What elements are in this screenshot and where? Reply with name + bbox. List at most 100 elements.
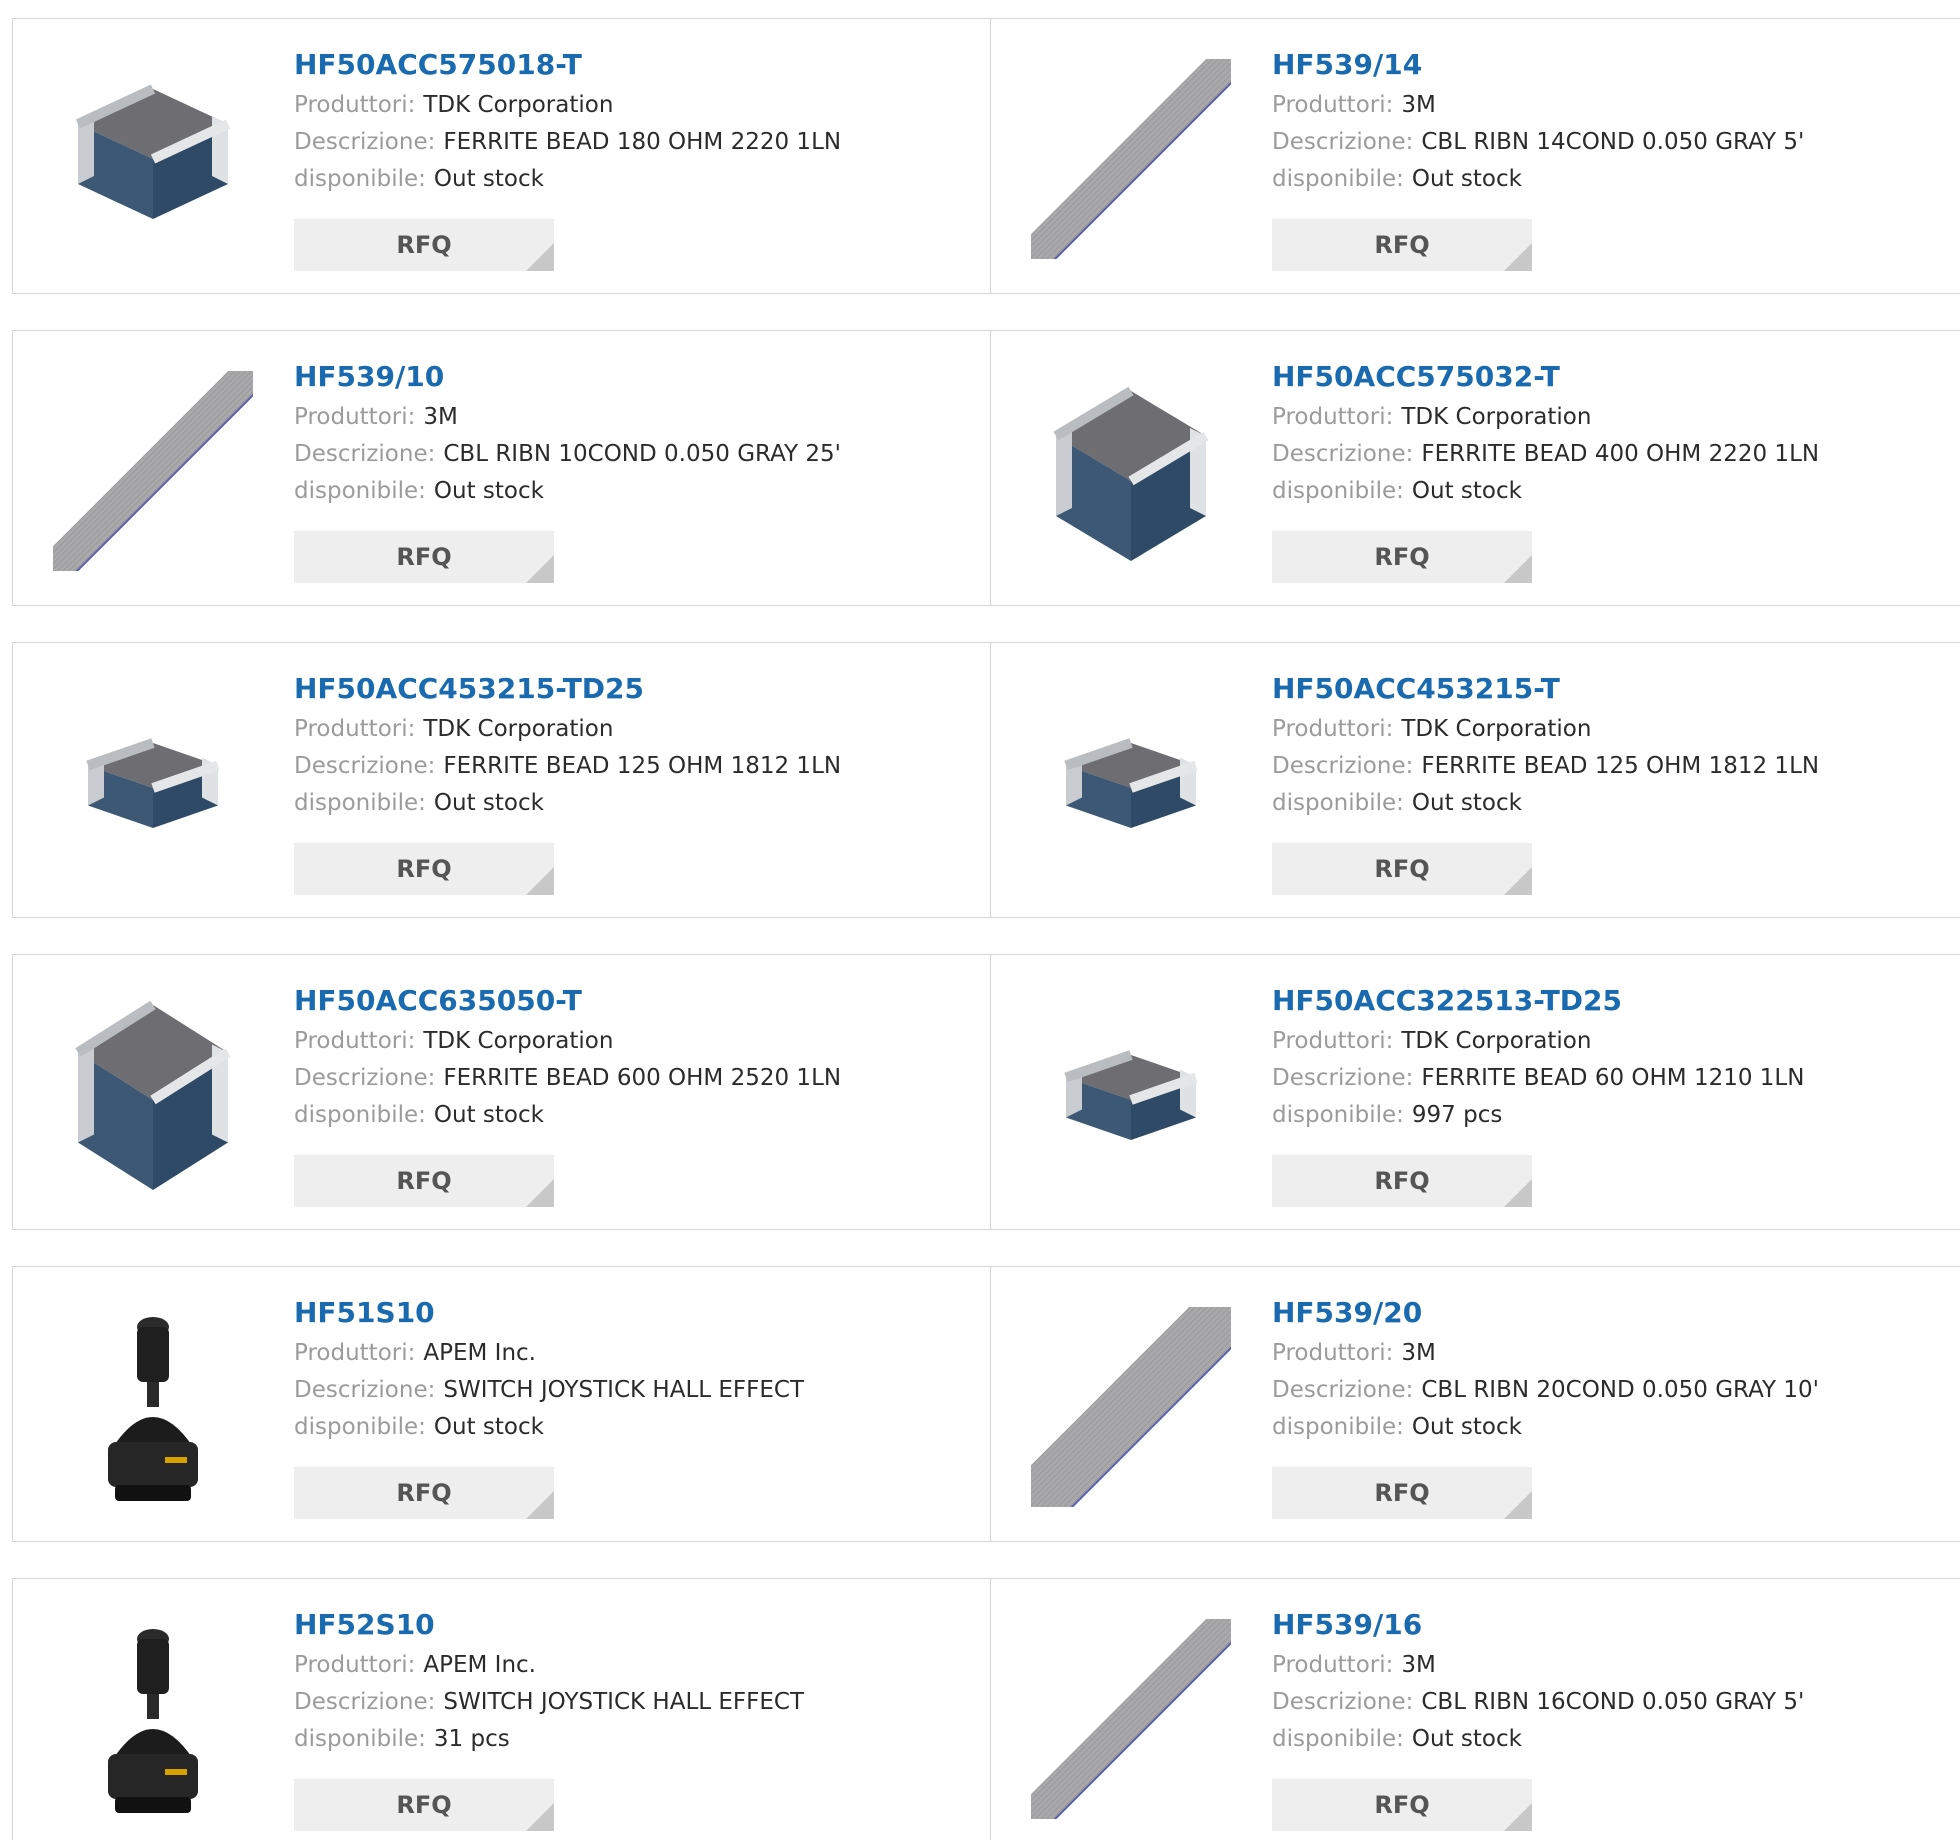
- description-row: Descrizione: SWITCH JOYSTICK HALL EFFECT: [294, 1372, 804, 1409]
- product-image[interactable]: [1031, 683, 1231, 883]
- corner-triangle-icon: [1504, 1179, 1532, 1207]
- part-number-link[interactable]: HF539/14: [1272, 47, 1804, 87]
- manufacturer-label: Produttori:: [1272, 404, 1394, 430]
- manufacturer-label: Produttori:: [1272, 1340, 1394, 1366]
- part-number-link[interactable]: HF50ACC635050-T: [294, 983, 841, 1023]
- manufacturer-label: Produttori:: [294, 716, 416, 742]
- manufacturer-value: TDK Corporation: [423, 92, 614, 118]
- availability-label: disponibile:: [1272, 790, 1404, 816]
- part-number-link[interactable]: HF50ACC453215-T: [1272, 671, 1819, 711]
- rfq-button[interactable]: RFQ: [294, 531, 554, 583]
- part-number-link[interactable]: HF50ACC453215-TD25: [294, 671, 841, 711]
- availability-row: disponibile: Out stock: [294, 473, 841, 510]
- rfq-button-label: RFQ: [396, 1791, 452, 1819]
- rfq-button[interactable]: RFQ: [1272, 1155, 1532, 1207]
- manufacturer-row: Produttori: 3M: [1272, 1335, 1819, 1372]
- description-label: Descrizione:: [294, 1377, 436, 1403]
- product-image[interactable]: [1031, 1619, 1231, 1819]
- description-row: Descrizione: FERRITE BEAD 125 OHM 1812 1L…: [1272, 748, 1819, 785]
- corner-triangle-icon: [526, 1803, 554, 1831]
- product-card: HF50ACC635050-T Produttori: TDK Corporati…: [13, 955, 991, 1229]
- product-image[interactable]: [53, 683, 253, 883]
- product-card: HF539/14 Produttori: 3M Descrizione: CBL R…: [991, 19, 1960, 293]
- product-info: HF50ACC453215-TD25 Produttori: TDK Corpor…: [294, 671, 841, 822]
- product-info: HF50ACC575032-T Produttori: TDK Corporati…: [1272, 359, 1819, 510]
- rfq-button[interactable]: RFQ: [1272, 219, 1532, 271]
- product-card: HF50ACC453215-TD25 Produttori: TDK Corpor…: [13, 643, 991, 917]
- manufacturer-value: APEM Inc.: [423, 1652, 536, 1678]
- chip-ferrite-bead-icon: [53, 59, 253, 259]
- availability-value: Out stock: [1411, 478, 1522, 504]
- availability-label: disponibile:: [1272, 1414, 1404, 1440]
- manufacturer-row: Produttori: TDK Corporation: [1272, 399, 1819, 436]
- product-image[interactable]: [1031, 1307, 1231, 1507]
- availability-value: Out stock: [433, 1414, 544, 1440]
- rfq-button[interactable]: RFQ: [294, 219, 554, 271]
- product-row: HF52S10 Produttori: APEM Inc. Descrizione…: [12, 1578, 1960, 1840]
- availability-row: disponibile: Out stock: [1272, 473, 1819, 510]
- product-info: HF539/10 Produttori: 3M Descrizione: CBL R…: [294, 359, 841, 510]
- availability-label: disponibile:: [294, 478, 426, 504]
- description-value: FERRITE BEAD 125 OHM 1812 1LN: [1421, 753, 1820, 779]
- product-image[interactable]: [53, 1307, 253, 1507]
- description-label: Descrizione:: [294, 1689, 436, 1715]
- joystick-icon: [53, 1619, 253, 1819]
- ribbon-cable-icon: [1031, 59, 1231, 259]
- product-image[interactable]: [53, 371, 253, 571]
- manufacturer-label: Produttori:: [1272, 716, 1394, 742]
- product-info: HF50ACC635050-T Produttori: TDK Corporati…: [294, 983, 841, 1134]
- manufacturer-row: Produttori: 3M: [1272, 87, 1804, 124]
- part-number-link[interactable]: HF50ACC575018-T: [294, 47, 841, 87]
- manufacturer-label: Produttori:: [294, 92, 416, 118]
- part-number-link[interactable]: HF539/20: [1272, 1295, 1819, 1335]
- chip-ferrite-bead-icon: [53, 995, 253, 1195]
- rfq-button[interactable]: RFQ: [1272, 1467, 1532, 1519]
- rfq-button[interactable]: RFQ: [1272, 1779, 1532, 1831]
- ribbon-cable-icon: [1031, 1307, 1231, 1507]
- part-number-link[interactable]: HF50ACC322513-TD25: [1272, 983, 1804, 1023]
- product-info: HF539/14 Produttori: 3M Descrizione: CBL R…: [1272, 47, 1804, 198]
- product-image[interactable]: [53, 59, 253, 259]
- rfq-button-label: RFQ: [1374, 543, 1430, 571]
- part-number-link[interactable]: HF52S10: [294, 1607, 804, 1647]
- description-label: Descrizione:: [1272, 753, 1414, 779]
- availability-value: Out stock: [1411, 1726, 1522, 1752]
- availability-value: Out stock: [1411, 1414, 1522, 1440]
- product-image[interactable]: [53, 995, 253, 1195]
- availability-label: disponibile:: [1272, 1102, 1404, 1128]
- rfq-button[interactable]: RFQ: [294, 1779, 554, 1831]
- product-image[interactable]: [1031, 59, 1231, 259]
- availability-value: Out stock: [1411, 790, 1522, 816]
- corner-triangle-icon: [1504, 243, 1532, 271]
- description-value: SWITCH JOYSTICK HALL EFFECT: [443, 1689, 805, 1715]
- rfq-button[interactable]: RFQ: [294, 1467, 554, 1519]
- product-image[interactable]: [1031, 371, 1231, 571]
- part-number-link[interactable]: HF50ACC575032-T: [1272, 359, 1819, 399]
- availability-value: Out stock: [1411, 166, 1522, 192]
- joystick-icon: [53, 1307, 253, 1507]
- manufacturer-row: Produttori: APEM Inc.: [294, 1647, 804, 1684]
- manufacturer-row: Produttori: TDK Corporation: [294, 1023, 841, 1060]
- availability-label: disponibile:: [294, 1102, 426, 1128]
- rfq-button[interactable]: RFQ: [1272, 843, 1532, 895]
- manufacturer-label: Produttori:: [1272, 1652, 1394, 1678]
- product-image[interactable]: [53, 1619, 253, 1819]
- availability-value: 997 pcs: [1411, 1102, 1503, 1128]
- rfq-button-label: RFQ: [396, 543, 452, 571]
- part-number-link[interactable]: HF539/10: [294, 359, 841, 399]
- availability-row: disponibile: 31 pcs: [294, 1721, 804, 1758]
- product-image[interactable]: [1031, 995, 1231, 1195]
- availability-row: disponibile: Out stock: [1272, 785, 1819, 822]
- rfq-button[interactable]: RFQ: [1272, 531, 1532, 583]
- product-card: HF50ACC575032-T Produttori: TDK Corporati…: [991, 331, 1960, 605]
- rfq-button[interactable]: RFQ: [294, 843, 554, 895]
- description-label: Descrizione:: [294, 441, 436, 467]
- manufacturer-value: APEM Inc.: [423, 1340, 536, 1366]
- manufacturer-row: Produttori: TDK Corporation: [1272, 1023, 1804, 1060]
- rfq-button[interactable]: RFQ: [294, 1155, 554, 1207]
- part-number-link[interactable]: HF539/16: [1272, 1607, 1804, 1647]
- description-value: CBL RIBN 14COND 0.050 GRAY 5': [1421, 129, 1805, 155]
- part-number-link[interactable]: HF51S10: [294, 1295, 804, 1335]
- product-card: HF539/10 Produttori: 3M Descrizione: CBL R…: [13, 331, 991, 605]
- rfq-button-label: RFQ: [1374, 855, 1430, 883]
